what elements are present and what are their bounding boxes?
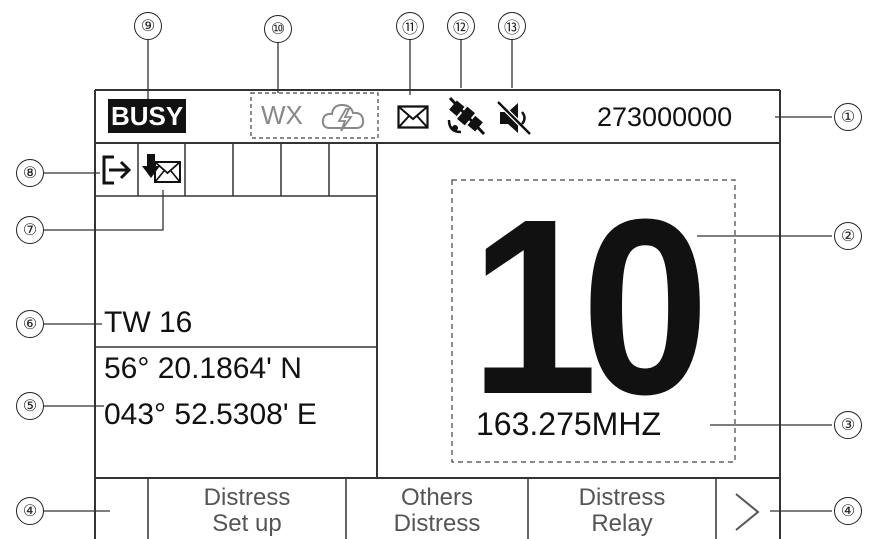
softkey-line1: Distress	[578, 483, 666, 511]
frequency: 163.275MHZ	[476, 406, 661, 442]
chevron-right-icon[interactable]	[728, 490, 768, 534]
callout-12: ⑫	[447, 12, 475, 40]
callout-4-right: ④	[834, 497, 862, 525]
exit-arrow-icon	[100, 151, 134, 189]
speaker-mute-icon	[494, 98, 534, 138]
callout-4-left: ④	[16, 497, 44, 525]
softkey-line1: Others	[400, 483, 474, 511]
callout-6: ⑥	[16, 310, 44, 338]
callout-5: ⑤	[16, 392, 44, 420]
softkey-line2: Relay	[591, 509, 653, 537]
callout-13: ⑬	[498, 12, 526, 40]
softkey-distress-relay[interactable]: Distress Relay	[528, 482, 716, 539]
tw-label: TW 16	[104, 306, 193, 339]
latitude: 56° 20.1864' N	[104, 352, 302, 385]
softkey-distress-setup[interactable]: Distress Set up	[148, 482, 346, 539]
softkey-line2: Set up	[212, 509, 282, 537]
envelope-icon	[397, 105, 429, 129]
callout-10: ⑩	[264, 15, 292, 43]
wx-label: WX	[261, 100, 303, 130]
gps-off-icon	[444, 96, 488, 136]
incoming-mail-icon	[142, 154, 183, 188]
channel-number: 10	[470, 167, 709, 446]
softkey-others-distress[interactable]: Others Distress	[346, 482, 528, 539]
callout-8: ⑧	[16, 159, 44, 187]
callout-3: ③	[834, 411, 862, 439]
cloud-lightning-icon	[320, 100, 370, 134]
busy-indicator: BUSY	[108, 99, 187, 133]
softkey-line2: Distress	[393, 509, 481, 537]
longitude: 043° 52.5308' E	[104, 398, 317, 431]
softkey-line1: Distress	[203, 483, 291, 511]
mmsi-number: 273000000	[597, 102, 733, 132]
callout-leaders	[0, 0, 870, 539]
callout-9: ⑨	[134, 12, 162, 40]
callout-2: ②	[834, 222, 862, 250]
callout-7: ⑦	[16, 216, 44, 244]
callout-1: ①	[834, 103, 862, 131]
callout-11: ⑪	[396, 12, 424, 40]
